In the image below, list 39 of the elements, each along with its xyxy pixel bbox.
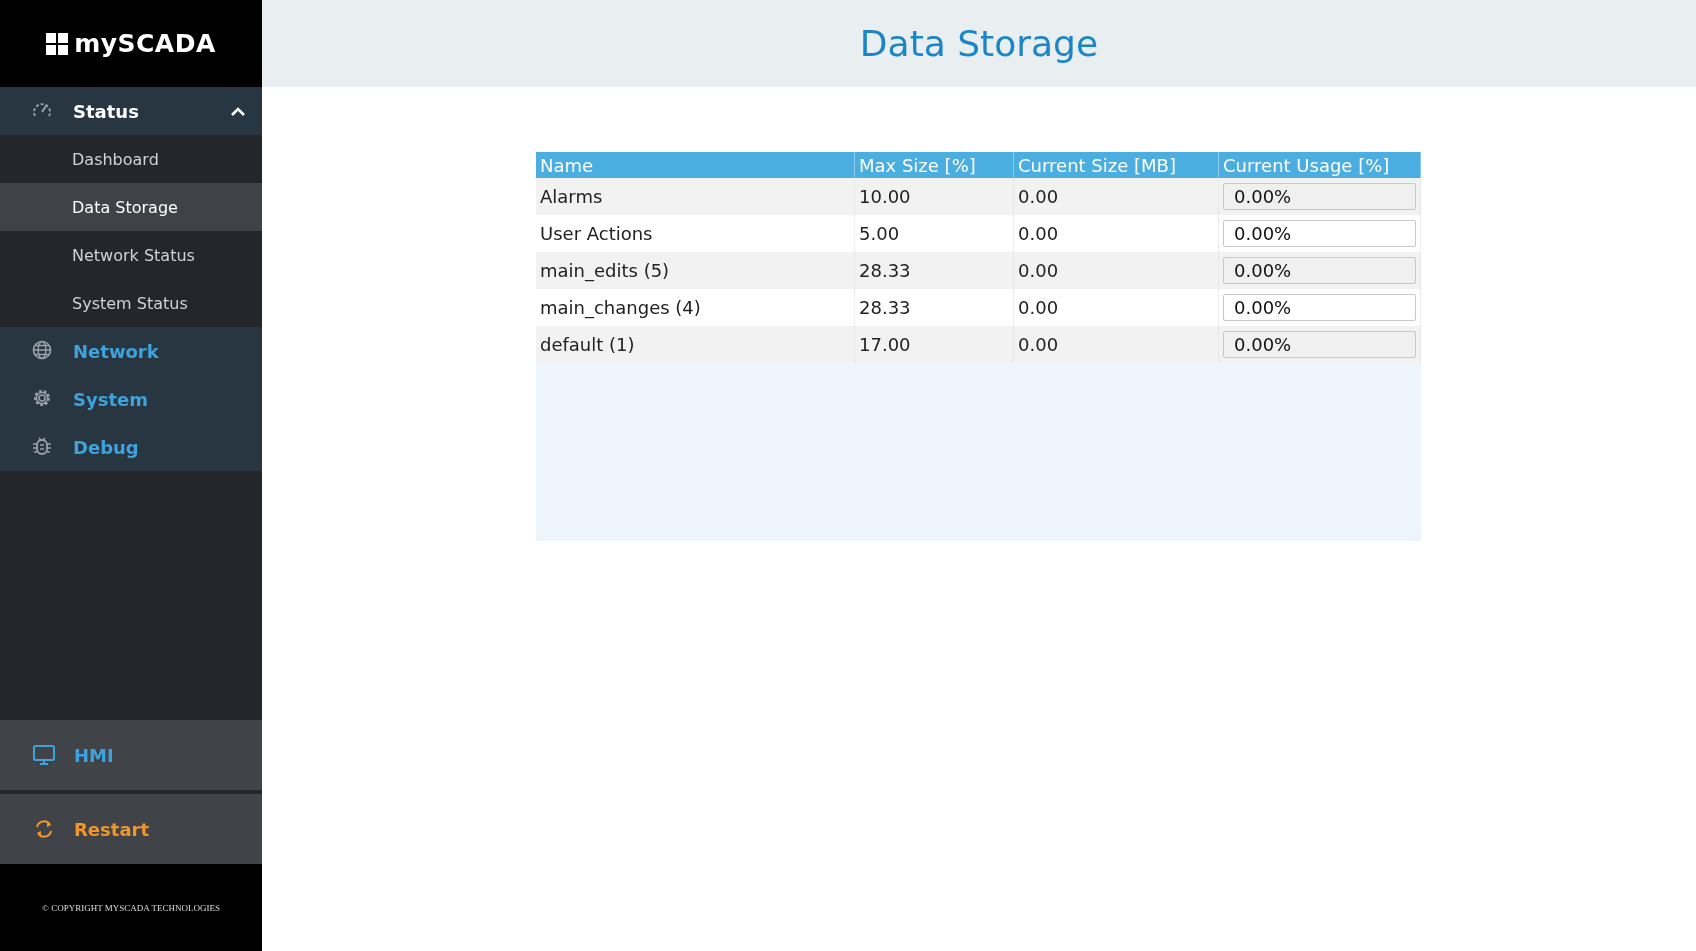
table-cell: 10.00 xyxy=(854,178,1014,215)
usage-text: 0.00% xyxy=(1233,186,1292,207)
table-cell: default (1) xyxy=(536,326,855,363)
hmi-button[interactable]: HMI xyxy=(0,720,262,790)
table-cell: 28.33 xyxy=(854,252,1014,289)
nav-item[interactable]: Network xyxy=(0,327,262,375)
column-header: Current Size [MB] xyxy=(1013,152,1219,178)
logo-text: mySCADA xyxy=(74,29,216,58)
usage-text: 0.00% xyxy=(1233,334,1292,355)
table-cell: 5.00 xyxy=(854,215,1014,252)
table-cell: Alarms xyxy=(536,178,855,215)
table-cell: 0.00 xyxy=(1013,178,1219,215)
usage-text: 0.00% xyxy=(1233,223,1292,244)
nav-item[interactable]: Status xyxy=(0,87,262,135)
restart-button[interactable]: Restart xyxy=(0,794,262,864)
nav-subitem[interactable]: Data Storage xyxy=(0,183,262,231)
table-cell: main_changes (4) xyxy=(536,289,855,326)
table-cell: 0.00 xyxy=(1013,326,1219,363)
table-cell: 17.00 xyxy=(854,326,1014,363)
table-cell: 28.33 xyxy=(854,289,1014,326)
table-cell: main_edits (5) xyxy=(536,252,855,289)
table-cell: 0.00 xyxy=(1013,289,1219,326)
page-title: Data Storage xyxy=(859,23,1099,64)
table-cell: 0.00 xyxy=(1013,252,1219,289)
monitor-icon xyxy=(32,743,56,767)
nav-subitem[interactable]: System Status xyxy=(0,279,262,327)
nav-item[interactable]: System xyxy=(0,375,262,423)
column-header: Max Size [%] xyxy=(854,152,1014,178)
nav-subitem[interactable]: Network Status xyxy=(0,231,262,279)
column-header: Current Usage [%] xyxy=(1218,152,1421,178)
table-cell: User Actions xyxy=(536,215,855,252)
usage-text: 0.00% xyxy=(1233,260,1292,281)
logo-icon xyxy=(46,32,69,55)
copyright-text: © COPYRIGHT MYSCADA TECHNOLOGIES xyxy=(42,902,220,913)
column-header: Name xyxy=(536,152,855,178)
table-cell: 0.00 xyxy=(1013,215,1219,252)
nav-subitem[interactable]: Dashboard xyxy=(0,135,262,183)
usage-text: 0.00% xyxy=(1233,297,1292,318)
nav-item[interactable]: Debug xyxy=(0,423,262,471)
